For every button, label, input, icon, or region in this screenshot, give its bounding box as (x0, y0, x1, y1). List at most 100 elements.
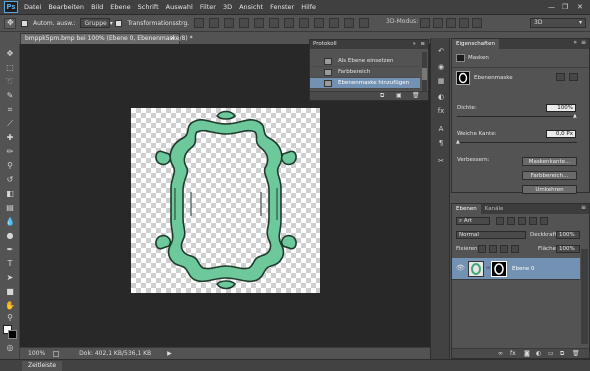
menu-bild[interactable]: Bild (91, 3, 103, 11)
align-top-icon[interactable] (194, 18, 205, 28)
blend-mode-dropdown[interactable]: Normal (456, 231, 526, 239)
layer-style-icon[interactable]: fx (510, 350, 516, 357)
zoom-tool-icon[interactable]: ⚲ (4, 312, 16, 323)
distribute-bottom-icon[interactable] (314, 18, 325, 28)
history-item[interactable]: Farbbereich (310, 67, 420, 78)
eyedropper-tool-icon[interactable]: ⟋ (4, 118, 16, 129)
distribute-center-icon[interactable] (299, 18, 310, 28)
select-vector-mask-icon[interactable] (569, 73, 578, 81)
menu-ebene[interactable]: Ebene (110, 3, 130, 11)
blur-tool-icon[interactable]: 💧 (4, 216, 16, 227)
trash-icon[interactable]: 🗑 (572, 350, 580, 357)
move-tool-preset-icon[interactable]: ✥ (4, 17, 16, 29)
3d-pan-icon[interactable] (446, 18, 456, 28)
camera-icon[interactable]: ▣ (396, 92, 402, 99)
history-item[interactable]: Als Ebene einsetzen (310, 56, 420, 67)
background-color-swatch[interactable] (8, 330, 17, 339)
shape-tool-icon[interactable]: ■ (4, 286, 16, 297)
zoom-level[interactable]: 100% (28, 350, 45, 357)
chain-icon[interactable]: ∞ (486, 265, 490, 271)
history-panel-icon[interactable]: ↶ (435, 46, 447, 56)
crop-tool-icon[interactable]: ⌗ (4, 104, 16, 115)
character-panel-icon[interactable]: A (435, 124, 447, 134)
auto-align-icon[interactable] (359, 18, 370, 28)
trash-icon[interactable]: 🗑 (412, 92, 420, 99)
align-hcenter-icon[interactable] (254, 18, 265, 28)
move-tool-icon[interactable]: ✥ (4, 48, 16, 59)
adjustments-panel-icon[interactable]: ◐ (435, 92, 447, 102)
close-window-icon[interactable]: ✕ (577, 3, 583, 11)
fill-field[interactable]: 100% (556, 245, 580, 253)
layers-scrollbar[interactable] (581, 249, 588, 344)
menu-ansicht[interactable]: Ansicht (239, 3, 263, 11)
layer-thumbnail[interactable] (468, 261, 484, 277)
filter-adjustment-icon[interactable] (507, 217, 515, 225)
menu-bearbeiten[interactable]: Bearbeiten (48, 3, 84, 11)
group-folder-icon[interactable]: ▭ (548, 350, 554, 357)
density-field[interactable]: 100% (546, 104, 576, 112)
add-mask-icon[interactable]: ◙ (524, 350, 530, 357)
lock-transparency-icon[interactable] (478, 245, 486, 253)
lock-pixels-icon[interactable] (489, 245, 497, 253)
adjustment-layer-icon[interactable]: ◐ (536, 350, 541, 357)
tool-presets-icon[interactable]: ✂ (435, 156, 447, 166)
auto-select-dropdown[interactable]: Gruppe ▾ (80, 18, 113, 28)
workspace-switcher[interactable]: 3D ▾ (530, 18, 586, 28)
new-layer-icon[interactable]: ⧉ (560, 350, 564, 358)
slider-handle-icon[interactable]: ▲ (573, 113, 577, 119)
color-panel-icon[interactable]: ◉ (435, 62, 447, 72)
filter-type-icon[interactable] (518, 217, 526, 225)
export-icon[interactable] (53, 350, 60, 357)
eye-icon[interactable]: 👁 (456, 264, 465, 272)
transform-controls-checkbox[interactable] (115, 19, 123, 27)
auto-select-checkbox[interactable] (21, 19, 28, 27)
paragraph-panel-icon[interactable]: ¶ (435, 138, 447, 148)
panel-menu-icon[interactable]: ≡ (581, 39, 586, 46)
layer-name[interactable]: Ebene 0 (512, 266, 534, 272)
opacity-field[interactable]: 100% (556, 231, 580, 239)
3d-rotate-icon[interactable] (420, 18, 430, 28)
history-brush-tool-icon[interactable]: ↺ (4, 174, 16, 185)
3d-slide-icon[interactable] (459, 18, 469, 28)
collapse-icon[interactable]: » (573, 39, 577, 46)
menu-hilfe[interactable]: Hilfe (301, 3, 316, 11)
swatches-panel-icon[interactable]: ▦ (435, 76, 447, 86)
maximize-icon[interactable]: ❐ (562, 3, 568, 11)
collapse-icon[interactable]: » (413, 40, 416, 49)
menu-datei[interactable]: Datei (24, 3, 41, 11)
distribute-left-icon[interactable] (329, 18, 340, 28)
styles-panel-icon[interactable]: fx (435, 106, 447, 116)
clone-stamp-tool-icon[interactable]: ⚲ (4, 160, 16, 171)
layer-row-selected[interactable]: 👁 ∞ Ebene 0 (452, 258, 580, 280)
minimize-icon[interactable]: — (548, 3, 555, 11)
pen-tool-icon[interactable]: ✒ (4, 244, 16, 255)
lock-all-icon[interactable] (511, 245, 519, 253)
layer-mask-thumbnail[interactable] (491, 261, 507, 277)
menu-3d[interactable]: 3D (223, 3, 232, 11)
filter-smart-object-icon[interactable] (540, 217, 548, 225)
close-icon[interactable]: ✕ (170, 34, 175, 44)
panel-menu-icon[interactable]: ≡ (581, 204, 586, 211)
color-range-button[interactable]: Farbbereich... (522, 171, 577, 180)
quick-select-tool-icon[interactable]: ✎ (4, 90, 16, 101)
menu-filter[interactable]: Filter (200, 3, 216, 11)
type-tool-icon[interactable]: T (4, 258, 16, 269)
layer-filter-dropdown[interactable]: ⌕ Art (456, 217, 490, 225)
history-scrollbar[interactable] (422, 52, 427, 92)
mask-thumbnail[interactable] (456, 71, 470, 85)
feather-field[interactable]: 0,0 Px (546, 130, 576, 138)
filter-shape-icon[interactable] (529, 217, 537, 225)
distribute-top-icon[interactable] (284, 18, 295, 28)
link-layers-icon[interactable]: ∞ (498, 350, 503, 357)
dodge-tool-icon[interactable]: ● (4, 230, 16, 241)
brush-tool-icon[interactable]: ✏ (4, 146, 16, 157)
gradient-tool-icon[interactable]: ▤ (4, 202, 16, 213)
slider-handle-icon[interactable]: ▲ (456, 139, 460, 145)
lasso-tool-icon[interactable]: ➰ (4, 76, 16, 87)
menu-schrift[interactable]: Schrift (138, 3, 159, 11)
density-slider[interactable] (457, 116, 577, 117)
tab-layers[interactable]: Ebenen (452, 204, 481, 214)
healing-brush-tool-icon[interactable]: ✚ (4, 132, 16, 143)
eraser-tool-icon[interactable]: ◧ (4, 188, 16, 199)
document-tab[interactable]: bmppk5pm.bmp bei 100% (Ebene 0, Ebenenma… (20, 33, 193, 44)
